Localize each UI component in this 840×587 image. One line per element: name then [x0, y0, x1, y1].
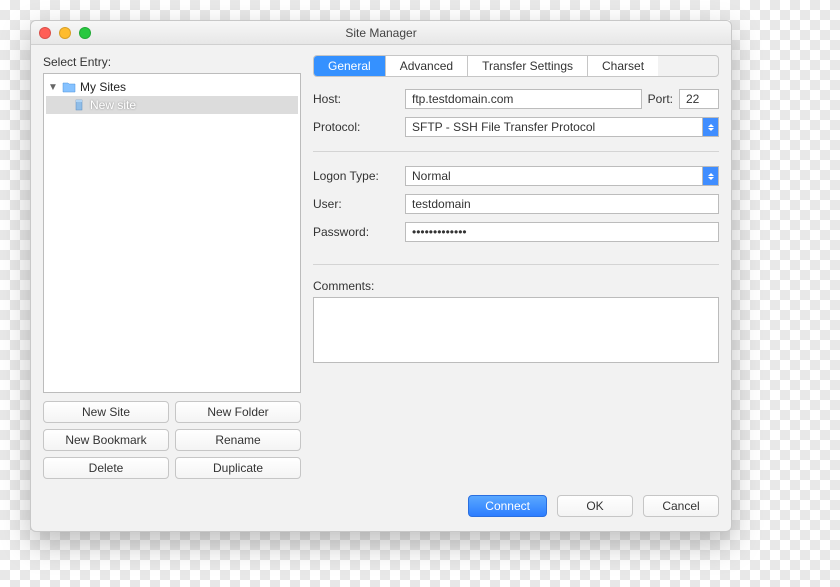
- new-bookmark-button[interactable]: New Bookmark: [43, 429, 169, 451]
- tree-child-label: New site: [90, 98, 136, 112]
- connect-button[interactable]: Connect: [468, 495, 547, 517]
- password-input[interactable]: [405, 222, 719, 242]
- tab-general[interactable]: General: [314, 56, 386, 76]
- select-entry-label: Select Entry:: [43, 55, 301, 69]
- new-folder-button[interactable]: New Folder: [175, 401, 301, 423]
- tree-child-row[interactable]: New site: [46, 96, 298, 114]
- comments-label: Comments:: [313, 279, 719, 293]
- titlebar: Site Manager: [31, 21, 731, 45]
- ok-button[interactable]: OK: [557, 495, 633, 517]
- entry-tree[interactable]: ▼ My Sites New site: [43, 73, 301, 393]
- tab-bar: General Advanced Transfer Settings Chars…: [313, 55, 719, 77]
- logon-row: Logon Type: Normal: [313, 166, 719, 186]
- duplicate-button[interactable]: Duplicate: [175, 457, 301, 479]
- tree-root-label: My Sites: [80, 80, 126, 94]
- disclosure-triangle-icon[interactable]: ▼: [48, 82, 58, 93]
- password-row: Password:: [313, 222, 719, 242]
- tab-advanced[interactable]: Advanced: [386, 56, 468, 76]
- tab-transfer-settings[interactable]: Transfer Settings: [468, 56, 588, 76]
- left-button-grid: New Site New Folder New Bookmark Rename …: [43, 401, 301, 479]
- content-area: Select Entry: ▼ My Sites New site N: [31, 45, 731, 485]
- server-icon: [72, 98, 86, 112]
- window-title: Site Manager: [31, 26, 731, 40]
- protocol-select[interactable]: SFTP - SSH File Transfer Protocol: [405, 117, 719, 137]
- dialog-footer: Connect OK Cancel: [31, 485, 731, 531]
- divider: [313, 264, 719, 265]
- logon-type-value: Normal: [406, 169, 702, 183]
- host-label: Host:: [313, 92, 399, 106]
- tab-charset[interactable]: Charset: [588, 56, 658, 76]
- right-panel: General Advanced Transfer Settings Chars…: [313, 55, 719, 479]
- general-form: Host: Port: Protocol: SFTP - SSH File Tr…: [313, 89, 719, 366]
- left-panel: Select Entry: ▼ My Sites New site N: [43, 55, 301, 479]
- user-row: User:: [313, 194, 719, 214]
- comments-section: Comments:: [313, 279, 719, 366]
- protocol-label: Protocol:: [313, 120, 399, 134]
- password-label: Password:: [313, 225, 399, 239]
- logon-type-label: Logon Type:: [313, 169, 399, 183]
- folder-icon: [62, 80, 76, 94]
- port-input[interactable]: [679, 89, 719, 109]
- site-manager-window: Site Manager Select Entry: ▼ My Sites Ne…: [30, 20, 732, 532]
- logon-type-select[interactable]: Normal: [405, 166, 719, 186]
- port-label: Port:: [648, 92, 673, 106]
- protocol-row: Protocol: SFTP - SSH File Transfer Proto…: [313, 117, 719, 137]
- tree-root-row[interactable]: ▼ My Sites: [46, 78, 298, 96]
- divider: [313, 151, 719, 152]
- cancel-button[interactable]: Cancel: [643, 495, 719, 517]
- new-site-button[interactable]: New Site: [43, 401, 169, 423]
- user-input[interactable]: [405, 194, 719, 214]
- delete-button[interactable]: Delete: [43, 457, 169, 479]
- protocol-value: SFTP - SSH File Transfer Protocol: [406, 120, 702, 134]
- user-label: User:: [313, 197, 399, 211]
- host-row: Host: Port:: [313, 89, 719, 109]
- stepper-icon: [702, 167, 718, 185]
- rename-button[interactable]: Rename: [175, 429, 301, 451]
- comments-textarea[interactable]: [313, 297, 719, 363]
- stepper-icon: [702, 118, 718, 136]
- host-input[interactable]: [405, 89, 642, 109]
